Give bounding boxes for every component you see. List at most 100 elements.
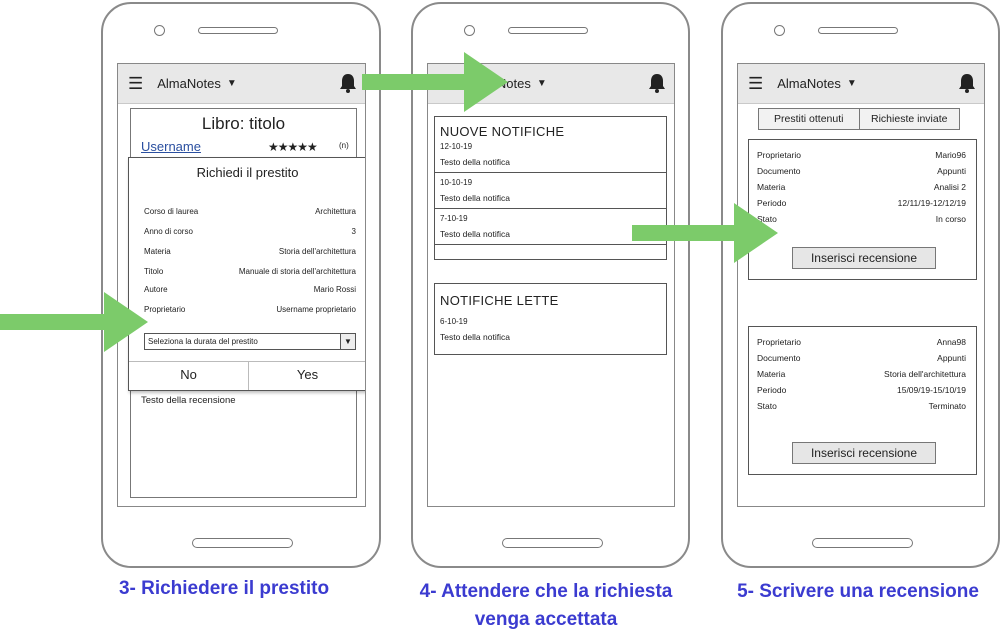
caption-step-4-line-2: venga accettata — [474, 609, 618, 630]
insert-review-button[interactable]: Inserisci recensione — [792, 247, 936, 269]
detail-value: Mario96 — [935, 150, 966, 160]
notification-date: 12-10-19 — [440, 142, 473, 151]
tab-bar: Prestiti ottenuti Richieste inviate — [758, 108, 960, 130]
tab-prestiti-ottenuti[interactable]: Prestiti ottenuti — [759, 109, 860, 129]
home-button[interactable] — [502, 538, 603, 548]
dialog-field-row: Proprietario Username proprietario — [144, 305, 356, 314]
notification-item[interactable]: 6-10-19 Testo della notifica — [435, 312, 666, 348]
dialog-field-row: Titolo Manuale di storia dell'architettur… — [144, 267, 356, 276]
loan-detail-row: Proprietario Mario96 — [757, 150, 966, 160]
app-name: AlmaNotes — [157, 76, 221, 91]
detail-label: Documento — [757, 353, 801, 363]
arrow-shape — [632, 203, 778, 263]
home-button[interactable] — [192, 538, 293, 548]
field-value: Username proprietario — [276, 305, 356, 314]
chevron-down-icon[interactable]: ▼ — [847, 78, 857, 89]
chevron-down-icon[interactable]: ▼ — [340, 334, 355, 349]
username-link[interactable]: Username — [141, 139, 201, 154]
detail-label: Stato — [757, 401, 777, 411]
home-button[interactable] — [812, 538, 913, 548]
detail-label: Proprietario — [757, 337, 801, 347]
detail-value: Appunti — [937, 353, 966, 363]
yes-button[interactable]: Yes — [249, 367, 365, 382]
loan-detail-row: Stato Terminato — [757, 401, 966, 411]
detail-value: Anna98 — [936, 337, 966, 347]
caption-step-5: 5- Scrivere una recensione — [737, 581, 979, 602]
notification-item[interactable]: 12-10-19 Testo della notifica — [435, 137, 666, 173]
caption-step-4-line-1: 4- Attendere che la richiesta — [419, 581, 673, 602]
detail-label: Documento — [757, 166, 801, 176]
notification-date: 7-10-19 — [440, 214, 468, 223]
notification-text: Testo della notifica — [440, 193, 510, 203]
camera-icon — [774, 25, 785, 36]
loan-card: Proprietario Anna98 Documento Appunti Materi… — [748, 326, 977, 475]
field-value: Storia dell'architettura — [278, 247, 356, 256]
notification-text: Testo della notifica — [440, 157, 510, 167]
detail-value: Terminato — [928, 401, 966, 411]
app-bar: ☰ AlmaNotes ▼ — [118, 64, 365, 104]
field-label: Titolo — [144, 267, 164, 276]
duration-select[interactable]: Seleziona la durata del prestito ▼ — [144, 333, 356, 350]
arrow-to-loans — [632, 203, 778, 263]
field-value: Mario Rossi — [313, 285, 356, 294]
app-name: AlmaNotes — [777, 76, 841, 91]
speaker-icon — [198, 27, 278, 34]
loan-detail-row: Proprietario Anna98 — [757, 337, 966, 347]
loan-detail-row: Documento Appunti — [757, 166, 966, 176]
loan-detail-row: Periodo 15/09/19-15/10/19 — [757, 385, 966, 395]
field-label: Anno di corso — [144, 227, 193, 236]
bell-icon[interactable] — [958, 73, 976, 93]
book-title: Libro: titolo — [201, 114, 286, 133]
speaker-icon — [508, 27, 588, 34]
dialog-field-row: Anno di corso 3 — [144, 227, 356, 236]
screen-request-loan: ☰ AlmaNotes ▼ Libro: titolo Username ★★★… — [117, 63, 366, 507]
menu-icon[interactable]: ☰ — [748, 74, 763, 94]
loan-dialog: Richiedi il prestito Corso di laurea Arch… — [128, 157, 365, 391]
loan-detail-row: Documento Appunti — [757, 353, 966, 363]
arrow-shape — [362, 52, 508, 112]
arrow-to-notifications — [362, 52, 508, 112]
detail-value: Appunti — [937, 166, 966, 176]
loan-detail-row: Materia Storia dell'architettura — [757, 369, 966, 379]
no-button[interactable]: No — [129, 367, 248, 382]
detail-value: Analisi 2 — [933, 182, 966, 192]
insert-review-button[interactable]: Inserisci recensione — [792, 442, 936, 464]
phone-3: ☰ AlmaNotes ▼ Prestiti ottenuti Richiest… — [721, 2, 1000, 568]
camera-icon — [464, 25, 475, 36]
field-value: 3 — [351, 227, 356, 236]
dialog-title: Richiedi il prestito — [196, 165, 299, 180]
notification-date: 10-10-19 — [440, 178, 473, 187]
detail-value: Storia dell'architettura — [884, 369, 966, 379]
detail-label: Periodo — [757, 385, 787, 395]
phone-1: ☰ AlmaNotes ▼ Libro: titolo Username ★★★… — [101, 2, 381, 568]
arrow-shape — [0, 292, 148, 352]
menu-icon[interactable]: ☰ — [128, 74, 143, 94]
bell-icon[interactable] — [648, 73, 666, 93]
chevron-down-icon[interactable]: ▼ — [227, 78, 237, 89]
dialog-field-row: Autore Mario Rossi — [144, 285, 356, 294]
rating-stars: ★★★★★ — [268, 140, 318, 154]
screen-loans: ☰ AlmaNotes ▼ Prestiti ottenuti Richiest… — [737, 63, 985, 507]
review-text: Testo della recensione — [141, 395, 236, 406]
dialog-field-row: Corso di laurea Architettura — [144, 207, 356, 216]
read-notifications-panel: NOTIFICHE LETTE 6-10-19 Testo della notif… — [434, 283, 667, 355]
tab-richieste-inviate[interactable]: Richieste inviate — [860, 109, 960, 129]
chevron-down-icon[interactable]: ▼ — [537, 78, 547, 89]
arrow-to-dialog — [0, 292, 148, 352]
bell-icon[interactable] — [339, 73, 357, 93]
notification-text: Testo della notifica — [440, 229, 510, 239]
camera-icon — [154, 25, 165, 36]
app-bar: ☰ AlmaNotes ▼ — [738, 64, 984, 104]
field-label: Corso di laurea — [144, 207, 199, 216]
notification-date: 6-10-19 — [440, 317, 468, 326]
detail-value: In corso — [935, 214, 966, 224]
duration-select-value: Seleziona la durata del prestito — [148, 337, 258, 346]
caption-step-3: 3- Richiedere il prestito — [118, 578, 330, 599]
speaker-icon — [818, 27, 898, 34]
detail-label: Proprietario — [757, 150, 801, 160]
detail-value: 12/11/19-12/12/19 — [897, 198, 966, 208]
loan-detail-row: Materia Analisi 2 — [757, 182, 966, 192]
notification-text: Testo della notifica — [440, 332, 510, 342]
dialog-field-row: Materia Storia dell'architettura — [144, 247, 356, 256]
detail-label: Materia — [757, 369, 786, 379]
